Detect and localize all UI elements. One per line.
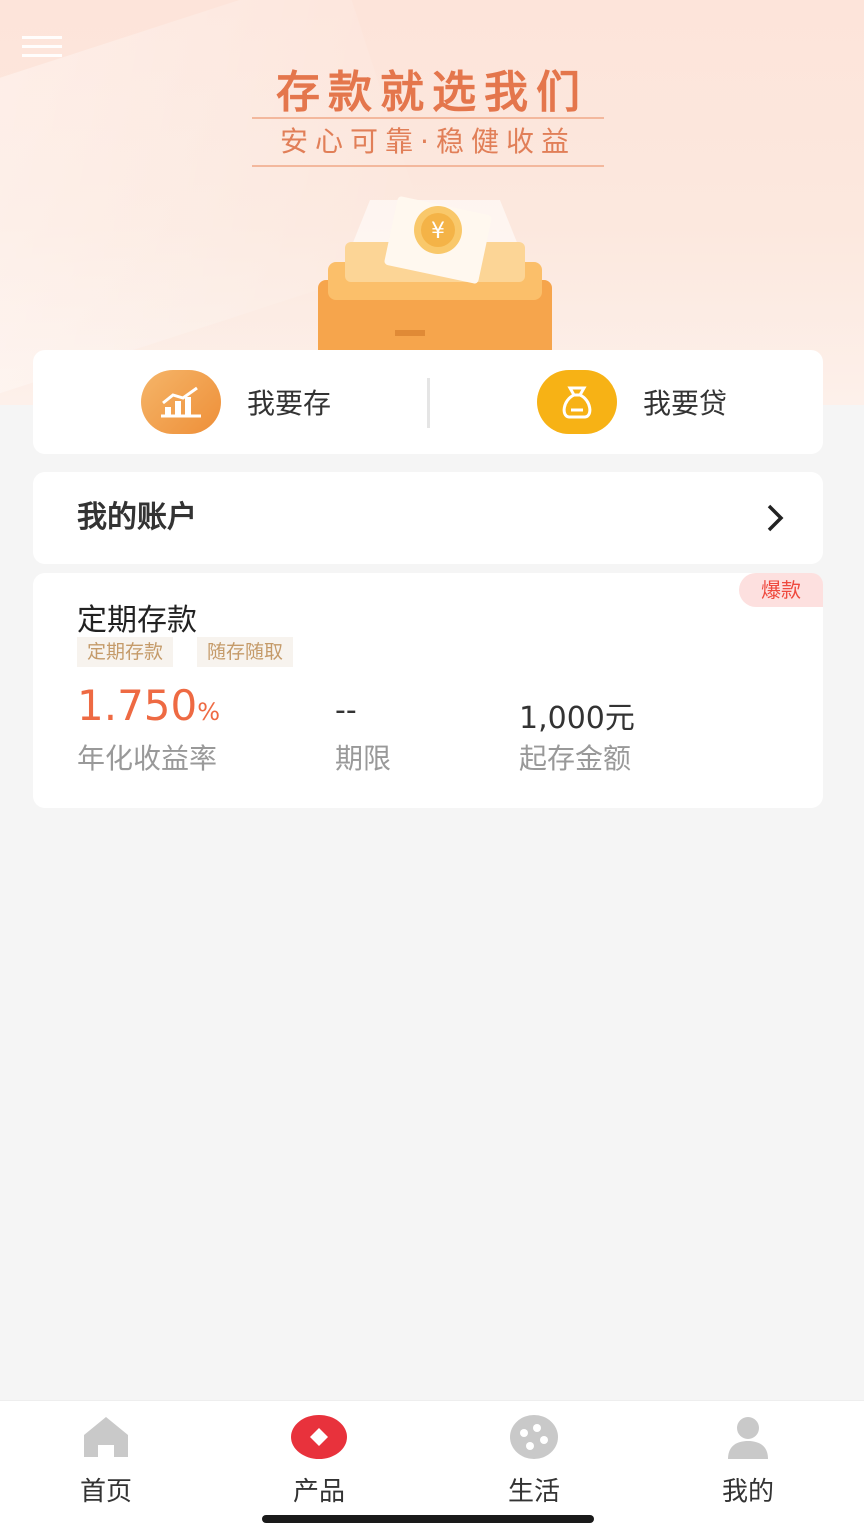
annual-rate: 1.750% (77, 681, 220, 730)
tab-home[interactable]: 首页 (46, 1413, 166, 1508)
account-title: 我的账户 (77, 500, 197, 535)
life-icon (510, 1415, 558, 1459)
rate-unit: % (197, 698, 221, 726)
chart-up-icon (141, 370, 221, 434)
user-icon (728, 1417, 768, 1459)
tab-life[interactable]: 生活 (474, 1413, 594, 1508)
home-icon (84, 1417, 128, 1457)
tab-product[interactable]: 产品 (259, 1413, 379, 1508)
loan-action[interactable]: 我要贷 (537, 370, 727, 434)
hot-badge: 爆款 (739, 573, 823, 607)
term-label: 期限 (335, 742, 392, 775)
product-icon (291, 1415, 347, 1459)
hero-subtitle: 安心可靠·稳健收益 (252, 117, 604, 167)
tab-label: 产品 (292, 1477, 345, 1507)
home-indicator (262, 1515, 594, 1523)
chevron-right-icon (767, 504, 784, 532)
tab-label: 首页 (79, 1477, 132, 1507)
quick-actions-card: 我要存 我要贷 (33, 350, 823, 454)
money-bag-icon (537, 370, 617, 434)
coin-symbol: ¥ (431, 219, 445, 244)
tab-label: 生活 (507, 1477, 560, 1507)
hero-title: 存款就选我们 (276, 67, 588, 118)
product-tag: 随存随取 (197, 637, 294, 667)
product-card[interactable]: 爆款 定期存款 定期存款 随存随取 1.750% 年化收益率 -- 期限 1,0… (33, 573, 823, 808)
hero-banner: 存款就选我们 安心可靠·稳健收益 ¥ (0, 0, 864, 405)
min-amount-label: 起存金额 (519, 742, 632, 775)
product-title: 定期存款 (77, 603, 197, 638)
term-value: -- (335, 693, 357, 728)
rate-value: 1.750 (77, 681, 198, 730)
tab-label: 我的 (721, 1477, 774, 1507)
rate-label: 年化收益率 (77, 742, 218, 775)
min-amount-value: 1,000元 (519, 701, 635, 736)
my-account-row[interactable]: 我的账户 (33, 472, 823, 564)
product-tag: 定期存款 (77, 637, 174, 667)
tab-mine[interactable]: 我的 (688, 1413, 808, 1508)
deposit-box-illustration: ¥ (318, 196, 552, 355)
deposit-label: 我要存 (247, 387, 332, 420)
menu-icon[interactable] (22, 36, 62, 58)
loan-label: 我要贷 (643, 387, 728, 420)
divider (427, 378, 430, 428)
deposit-action[interactable]: 我要存 (141, 370, 331, 434)
